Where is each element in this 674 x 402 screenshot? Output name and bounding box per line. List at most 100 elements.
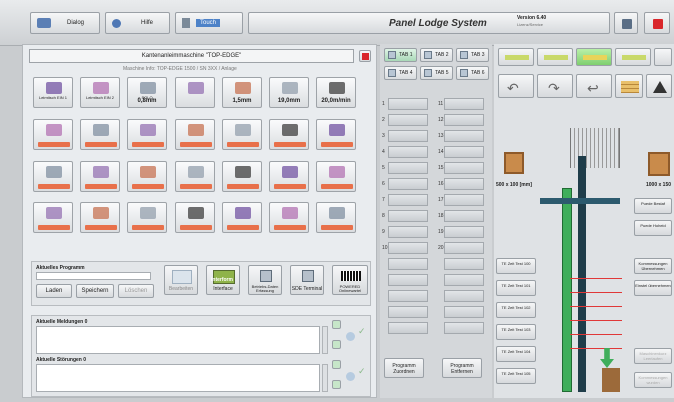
close-button[interactable]: [644, 12, 670, 34]
errors-scrollbar[interactable]: [322, 364, 328, 392]
ack-error-button-2[interactable]: [332, 380, 341, 389]
dialog-button[interactable]: Dialog: [30, 12, 100, 34]
function-tile[interactable]: [222, 119, 262, 150]
assign-program-button[interactable]: Programm Zuordnen: [384, 358, 424, 378]
tab-1[interactable]: TAB 1: [384, 48, 417, 62]
function-tile[interactable]: [269, 202, 309, 233]
tab-3[interactable]: TAB 3: [456, 48, 489, 62]
messages-list[interactable]: [36, 326, 320, 354]
program-slot[interactable]: [444, 274, 484, 286]
program-slot[interactable]: [388, 194, 428, 206]
program-slot[interactable]: [388, 290, 428, 302]
function-tile[interactable]: [80, 161, 120, 192]
program-slot[interactable]: [388, 322, 428, 334]
action-button[interactable]: Kommessungen wurden: [634, 372, 672, 388]
program-slot[interactable]: [388, 98, 428, 110]
function-tile[interactable]: [316, 202, 356, 233]
function-tile[interactable]: Leimtisch EIN 2: [80, 77, 120, 108]
program-slot[interactable]: [388, 130, 428, 142]
rotate-right-button[interactable]: ↷: [537, 74, 573, 98]
tab-5[interactable]: TAB 5: [420, 66, 453, 80]
zone-button[interactable]: TE Zeit Test 104: [496, 346, 536, 362]
function-tile[interactable]: [80, 202, 120, 233]
action-button[interactable]: Puede Bestaf: [634, 198, 672, 214]
profile-button-5[interactable]: [654, 48, 672, 66]
program-slot[interactable]: [388, 114, 428, 126]
zone-button[interactable]: TE Zeit Test 102: [496, 302, 536, 318]
delete-button[interactable]: Löschen: [118, 284, 154, 298]
function-tile[interactable]: [222, 202, 262, 233]
function-tile[interactable]: [222, 161, 262, 192]
function-tile[interactable]: [127, 119, 167, 150]
load-button[interactable]: Laden: [36, 284, 72, 298]
program-slot[interactable]: [388, 242, 428, 254]
zone-button[interactable]: TE Zeit Test 103: [496, 324, 536, 340]
profile-button-active[interactable]: [576, 48, 612, 66]
sde-button[interactable]: SDE Terminal: [290, 265, 324, 295]
profile-button-4[interactable]: [615, 48, 651, 66]
program-slot[interactable]: [388, 210, 428, 222]
machine-icon-button[interactable]: [646, 74, 672, 98]
profile-button-1[interactable]: [498, 48, 534, 66]
program-slot[interactable]: [388, 226, 428, 238]
zone-button[interactable]: TE Zeit Test 100: [496, 258, 536, 274]
program-slot[interactable]: [444, 162, 484, 174]
function-tile[interactable]: [33, 119, 73, 150]
action-button[interactable]: Einstel übernehmen: [634, 280, 672, 296]
tab-4[interactable]: TAB 4: [384, 66, 417, 80]
program-slot[interactable]: [444, 226, 484, 238]
rotate-left-button[interactable]: ↶: [498, 74, 534, 98]
tab-2[interactable]: TAB 2: [420, 48, 453, 62]
function-tile[interactable]: 20,0m/min: [316, 77, 356, 108]
messages-scrollbar[interactable]: [322, 326, 328, 354]
function-tile[interactable]: 1,5mm: [222, 77, 262, 108]
program-slot[interactable]: [444, 242, 484, 254]
stack-button[interactable]: [615, 74, 643, 98]
program-slot[interactable]: [444, 322, 484, 334]
program-slot[interactable]: [388, 274, 428, 286]
help-button[interactable]: Hilfe: [105, 12, 170, 34]
function-tile[interactable]: [127, 202, 167, 233]
ack-button[interactable]: [332, 320, 341, 329]
program-slot[interactable]: [444, 306, 484, 318]
machine-close-button[interactable]: [359, 50, 371, 62]
touch-button[interactable]: Touch: [175, 12, 243, 34]
program-name-field[interactable]: [36, 272, 151, 280]
program-slot[interactable]: [444, 98, 484, 110]
save-button[interactable]: Speichern: [76, 284, 114, 298]
save-disk-button[interactable]: [614, 12, 638, 34]
program-slot[interactable]: [444, 258, 484, 270]
program-slot[interactable]: [444, 178, 484, 190]
edit-program-button[interactable]: Bearbeiten: [164, 265, 198, 295]
function-tile[interactable]: 19,0mm: [269, 77, 309, 108]
function-tile[interactable]: [80, 119, 120, 150]
function-tile[interactable]: [269, 119, 309, 150]
function-tile[interactable]: [175, 119, 215, 150]
program-slot[interactable]: [444, 114, 484, 126]
function-tile[interactable]: [175, 202, 215, 233]
undo-button[interactable]: ↩: [576, 74, 612, 98]
zone-button[interactable]: TE Zeit Test 105: [496, 368, 536, 384]
function-tile[interactable]: [269, 161, 309, 192]
action-button[interactable]: Puede Hoheid: [634, 220, 672, 236]
program-slot[interactable]: [388, 162, 428, 174]
errors-list[interactable]: [36, 364, 320, 392]
function-tile[interactable]: [127, 161, 167, 192]
interface-button[interactable]: interform Interface: [206, 265, 240, 295]
function-tile[interactable]: [33, 202, 73, 233]
program-slot[interactable]: [444, 146, 484, 158]
zone-button[interactable]: TE Zeit Test 101: [496, 280, 536, 296]
program-slot[interactable]: [444, 194, 484, 206]
function-tile[interactable]: 0,8mm SOLO: [127, 77, 167, 108]
function-tile[interactable]: [316, 161, 356, 192]
program-slot[interactable]: [388, 258, 428, 270]
ack-button-2[interactable]: [332, 340, 341, 349]
program-slot[interactable]: [444, 130, 484, 142]
function-tile[interactable]: Leimtisch EIN 1: [33, 77, 73, 108]
function-tile[interactable]: [316, 119, 356, 150]
bde-button[interactable]: Betriebs-Daten Erfassung: [248, 265, 282, 295]
function-tile[interactable]: [175, 77, 215, 108]
remove-program-button[interactable]: Programm Entfernen: [442, 358, 482, 378]
function-tile[interactable]: [175, 161, 215, 192]
online-service-button[interactable]: POWERED Onlinewartel: [332, 265, 368, 295]
